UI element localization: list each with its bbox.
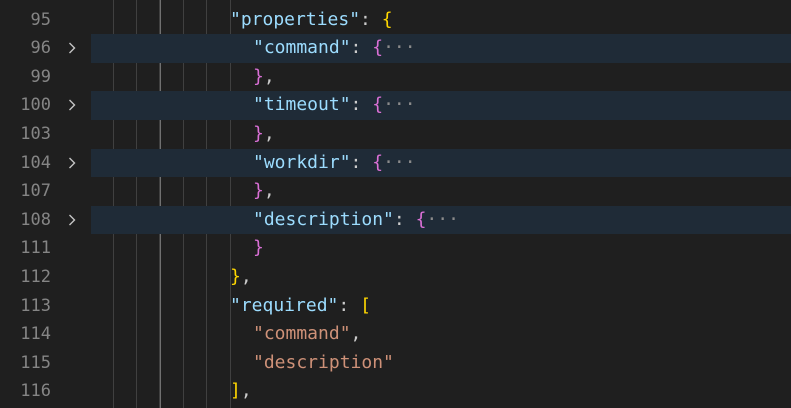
chevron-right-icon[interactable] (64, 40, 80, 56)
code-token: "description" (253, 208, 394, 230)
folded-ellipsis[interactable]: ··· (426, 209, 459, 230)
line-number: 100 (20, 95, 51, 116)
code-text: }, (230, 263, 252, 292)
code-token: } (253, 237, 264, 259)
code-line[interactable]: 100 "timeout": {··· (0, 91, 791, 120)
code-text: "description" (253, 349, 394, 378)
code-text: } (253, 234, 264, 263)
line-number: 99 (30, 66, 51, 87)
code-token: } (253, 123, 264, 144)
code-line[interactable]: 112}, (0, 263, 791, 292)
chevron-right-icon[interactable] (64, 212, 80, 228)
line-number: 95 (30, 9, 51, 30)
code-token: , (263, 180, 275, 202)
line-number: 112 (20, 267, 51, 287)
folded-ellipsis[interactable]: ··· (383, 152, 416, 173)
line-number: 103 (20, 124, 51, 144)
code-line[interactable]: 96 "command": {··· (0, 34, 791, 63)
line-number: 116 (20, 381, 51, 402)
code-line[interactable]: 103}, (0, 120, 791, 149)
line-number: 114 (20, 324, 51, 345)
code-token: , (240, 380, 252, 402)
code-text: "command", (253, 320, 361, 349)
code-line[interactable]: 108 "description": {··· (0, 205, 791, 235)
code-line[interactable]: 114 "command", (0, 320, 791, 349)
code-text: "command": {··· (253, 34, 416, 63)
chevron-right-icon[interactable] (64, 155, 80, 171)
code-token: { (381, 8, 393, 30)
chevron-right-icon[interactable] (64, 97, 80, 113)
code-text: ], (230, 377, 252, 406)
code-editor[interactable]: 95 "properties": {96 "command": {··· 99}, 10… (0, 0, 791, 408)
code-text: "workdir": {··· (253, 149, 416, 178)
folded-ellipsis[interactable]: ··· (383, 37, 416, 58)
code-token: } (253, 180, 264, 202)
code-token: , (240, 266, 252, 287)
line-number: 96 (30, 38, 51, 59)
code-token: : (360, 8, 382, 30)
code-token: "description" (253, 351, 394, 373)
code-token: "timeout" (253, 94, 351, 116)
line-number: 115 (20, 352, 51, 373)
code-line[interactable]: 95 "properties": { (0, 6, 791, 35)
code-line[interactable]: 104 "workdir": {··· (0, 148, 791, 178)
code-token: "command" (253, 323, 351, 345)
code-text: }, (253, 177, 275, 206)
code-line[interactable]: 107}, (0, 177, 791, 206)
line-number: 107 (20, 181, 51, 202)
code-token: { (372, 151, 384, 173)
code-token: , (350, 323, 362, 345)
code-line[interactable]: 115 "description" (0, 349, 791, 378)
code-text: "required": [ (230, 292, 371, 321)
line-number: 104 (20, 152, 51, 173)
code-token: ] (230, 380, 241, 402)
code-line[interactable]: 116], (0, 377, 791, 406)
code-line[interactable]: 111} (0, 234, 791, 263)
code-token: "workdir" (253, 151, 351, 173)
code-token: : (350, 37, 373, 59)
code-text: }, (253, 120, 275, 149)
code-token: "required" (230, 294, 339, 316)
code-text: }, (253, 63, 275, 92)
code-token: "command" (253, 37, 351, 59)
code-token: , (263, 65, 275, 87)
line-number: 108 (20, 209, 51, 230)
code-line[interactable]: 113 "required": [ (0, 292, 791, 321)
code-token: "properties" (230, 8, 361, 30)
code-token: { (372, 94, 384, 116)
code-token: : (350, 94, 373, 116)
code-line[interactable]: 99}, (0, 63, 791, 92)
line-number: 113 (20, 295, 51, 316)
code-token: { (415, 208, 427, 230)
code-token: : (393, 208, 416, 230)
code-token: [ (360, 294, 371, 316)
line-number: 111 (20, 238, 51, 259)
code-token: { (372, 37, 384, 59)
code-token: : (338, 294, 361, 316)
code-token: } (230, 266, 241, 287)
code-token: , (263, 123, 275, 144)
code-text: "properties": { (230, 6, 393, 35)
code-token: : (350, 151, 373, 173)
code-text: "description": {··· (253, 206, 459, 235)
folded-ellipsis[interactable]: ··· (383, 94, 416, 115)
code-token: } (253, 65, 264, 87)
code-text: "timeout": {··· (253, 91, 416, 120)
